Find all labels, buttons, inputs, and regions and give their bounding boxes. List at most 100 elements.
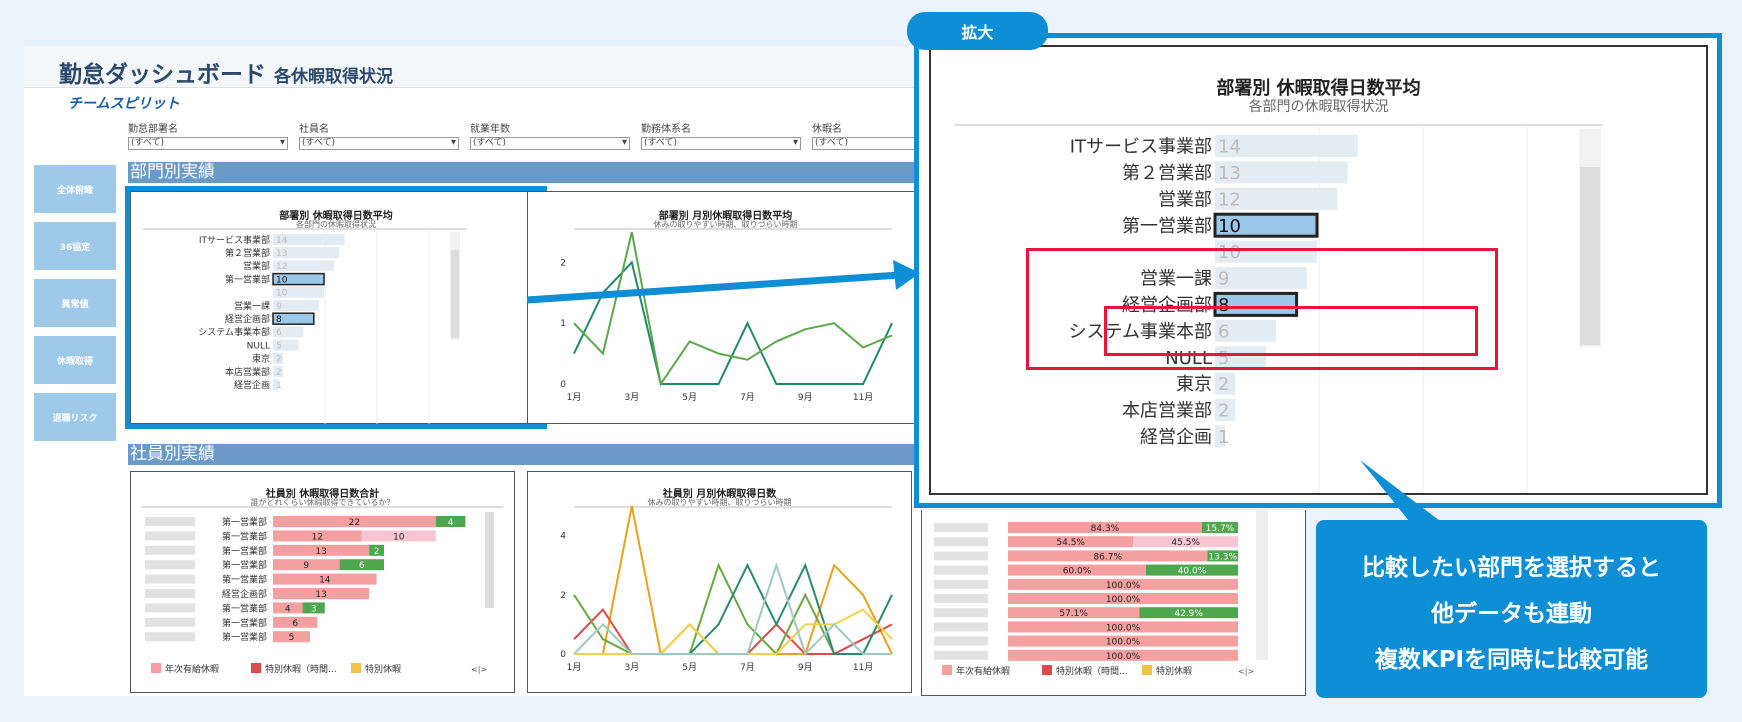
filter-years[interactable]: 就業年数 (すべて): [470, 120, 630, 150]
redacted-name: [145, 517, 195, 526]
callout-line2: 他データも連動: [1431, 601, 1592, 627]
title-subtitle: 各休暇取得状況: [274, 67, 393, 87]
data-label: 22: [349, 518, 360, 528]
series-line: [574, 562, 893, 655]
redacted-name: [145, 617, 195, 627]
x-tick-label: 9月: [798, 392, 813, 403]
filter-leave[interactable]: 休暇名 (すべて): [812, 120, 922, 150]
filter-select[interactable]: (すべて): [812, 137, 922, 150]
redacted-name: [934, 551, 988, 561]
chart-emp-ratio[interactable]: 84.3% 15.7% 54.5% 45.5% 86.7% 13.3% 60.0% 40.0%…: [922, 510, 1307, 696]
data-label: 100.0%: [1106, 581, 1141, 591]
data-label: 13: [1218, 163, 1241, 184]
category-label: 営業部: [1158, 189, 1212, 210]
redacted-name: [145, 531, 195, 541]
scrollbar-track: [1256, 510, 1268, 660]
legend-nav: <|>: [471, 665, 487, 674]
redacted-name: [145, 560, 195, 570]
data-label: 54.5%: [1056, 538, 1085, 548]
data-label: 100.0%: [1106, 623, 1141, 633]
legend-swatch: [1142, 665, 1152, 675]
filter-employee[interactable]: 社員名 (すべて): [299, 120, 459, 150]
data-label: 86.7%: [1093, 552, 1122, 562]
x-tick-label: 3月: [624, 392, 639, 403]
data-label: 6: [359, 561, 365, 571]
x-tick-label: 7月: [740, 392, 755, 403]
data-label: 12: [1218, 189, 1241, 210]
filter-select[interactable]: (すべて): [470, 137, 630, 150]
chart-emp-total[interactable]: 第一営業部 22 4 第一営業部 12 10 第一営業部 13 2 第一営業部 9 6 第一営業部 14 経…: [131, 472, 516, 694]
data-label: 10: [393, 532, 405, 542]
legend-swatch: [151, 663, 161, 673]
data-label: 57.1%: [1059, 609, 1088, 619]
category-label: 第一営業部: [222, 559, 267, 571]
category-label: 第一営業部: [222, 516, 267, 528]
redacted-name: [145, 545, 195, 555]
sidebar-item-resign-risk[interactable]: 退職リスク: [34, 393, 116, 441]
x-tick-label: 9月: [798, 662, 813, 673]
redacted-name: [934, 594, 988, 603]
legend-label: 特別休暇: [365, 663, 401, 675]
redacted-name: [934, 622, 988, 632]
category-label: 第一営業部: [222, 530, 267, 542]
sidebar-item-anomaly[interactable]: 異常値: [34, 279, 116, 327]
filter-label: 社員名: [299, 124, 329, 135]
redacted-name: [145, 603, 195, 613]
data-label: 2: [1218, 401, 1229, 422]
title-bar: 勤怠ダッシュボード 各休暇取得状況: [24, 46, 924, 88]
data-label: 14: [319, 576, 331, 586]
data-label: 42.9%: [1174, 609, 1203, 619]
sidebar-item-overview[interactable]: 全体俯瞰: [34, 165, 116, 213]
selection-highlight: [125, 186, 547, 429]
redacted-name: [934, 565, 988, 575]
panel-emp-ratio[interactable]: 84.3% 15.7% 54.5% 45.5% 86.7% 13.3% 60.0% 40.0%…: [921, 510, 1306, 696]
y-tick-label: 0: [560, 650, 566, 660]
panel-emp-total[interactable]: 社員別 休暇取得日数合計 誰がどれくらい休暇取得できているか？ 第一営業部 22 4…: [130, 471, 515, 693]
filter-label: 就業年数: [470, 124, 510, 135]
data-label: 60.0%: [1063, 567, 1092, 577]
category-label: 第一営業部: [222, 545, 267, 557]
category-label: 第２営業部: [1122, 163, 1212, 184]
x-tick-label: 11月: [853, 392, 873, 403]
filter-worktype[interactable]: 勤務体系名 (すべて): [641, 120, 801, 150]
page-title: 勤怠ダッシュボード 各休暇取得状況: [59, 55, 393, 89]
sidebar-item-36[interactable]: 36協定: [34, 222, 116, 270]
category-label: 経営企画部: [222, 588, 267, 600]
redacted-name: [934, 523, 988, 532]
scrollbar-thumb: [1580, 167, 1600, 345]
chart-emp-monthly[interactable]: 0 2 4 1月 3月 5月 7月 9月 11月: [528, 472, 913, 694]
series-line: [573, 608, 893, 655]
chart-dept-monthly[interactable]: 0 1 2 1月 3月 5月 7月 9月 11月: [528, 192, 925, 425]
data-label: 13: [315, 547, 326, 557]
legend-swatch: [1042, 665, 1052, 675]
y-tick-label: 0: [560, 380, 566, 390]
x-tick-label: 1月: [567, 392, 582, 403]
redacted-name: [934, 636, 988, 646]
data-label: 100.0%: [1106, 652, 1141, 662]
data-label: 100.0%: [1106, 595, 1141, 605]
series-line: [573, 562, 892, 656]
data-label: 13: [315, 590, 326, 600]
category-label: 東京: [1176, 374, 1212, 395]
y-tick-label: 4: [560, 532, 566, 542]
legend-swatch: [351, 663, 361, 673]
section-emp: 社員別実績: [128, 444, 924, 465]
dashboard-window: 勤怠ダッシュボード各休暇取得状況 チームスピリット 勤怠部署名 (すべて) 社員名…: [24, 46, 924, 696]
filter-dept[interactable]: 勤怠部署名 (すべて): [128, 120, 288, 150]
filter-select[interactable]: (すべて): [641, 137, 801, 150]
redacted-name: [145, 632, 195, 642]
section-dept: 部門別実績: [128, 162, 924, 183]
callout-line3: 複数KPIを同時に比較可能: [1374, 647, 1649, 673]
legend-label: 特別休暇（時間...: [265, 663, 337, 675]
category-label: 第一営業部: [222, 574, 267, 586]
data-label: 100.0%: [1106, 638, 1141, 648]
data-label: 84.3%: [1091, 524, 1120, 534]
filter-select[interactable]: (すべて): [299, 137, 459, 150]
panel-dept-monthly[interactable]: 部署別 月別休暇取得日数平均 休みの取りやすい時期、取りづらい時期 0 1 2 1月 3…: [527, 191, 924, 424]
panel-emp-monthly[interactable]: 社員別 月別休暇取得日数 休みの取りやすい時期、取りづらい時期 0 2 4 1月 3月 5…: [527, 471, 912, 693]
zoom-tab: 拡大: [907, 12, 1048, 50]
data-label: 5: [289, 633, 295, 643]
sidebar-item-leave[interactable]: 休暇取得: [34, 336, 116, 384]
filter-select[interactable]: (すべて): [128, 137, 288, 150]
legend-nav: <|>: [1238, 667, 1254, 676]
